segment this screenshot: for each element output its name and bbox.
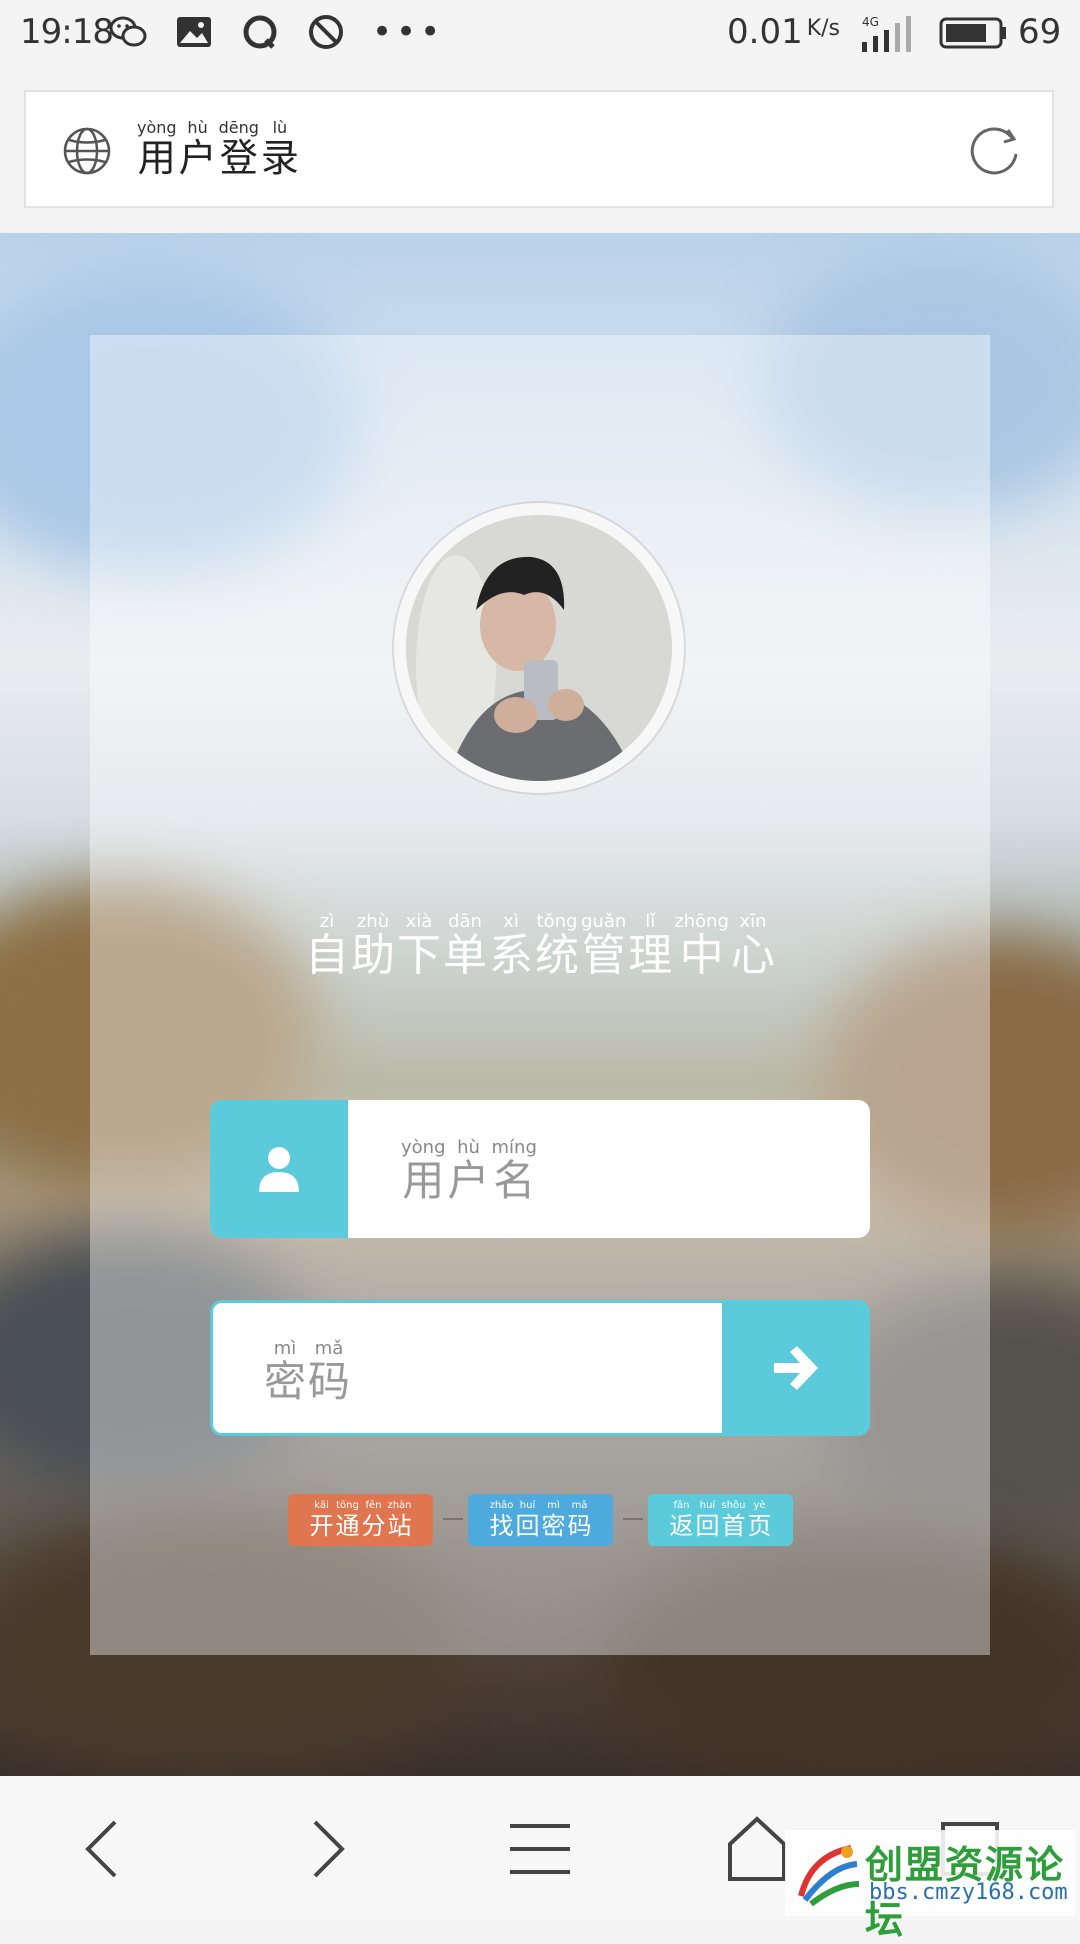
open-substation-link[interactable]: kāi 开 tōng 通 fēn 分 zhàn 站 bbox=[288, 1494, 433, 1546]
more-dots-icon: ••• bbox=[372, 12, 445, 52]
footer-links: kāi 开 tōng 通 fēn 分 zhàn 站 zhǎo 找 huí 回 mì 密 mǎ 码 fǎn 返 h… bbox=[288, 1494, 808, 1546]
status-bar: 19:18 ••• 0.01 K/s 4G 69 bbox=[0, 0, 1080, 70]
user-icon bbox=[259, 1147, 299, 1192]
username-placeholder: yòng 用 hù 户 míng 名 bbox=[401, 1137, 537, 1205]
menu-icon[interactable] bbox=[505, 1814, 575, 1884]
forward-arrow-icon[interactable] bbox=[290, 1814, 360, 1884]
status-time: 19:18 bbox=[20, 12, 114, 52]
back-home-link[interactable]: fǎn 返 huí 回 shǒu 首 yè 页 bbox=[648, 1494, 793, 1546]
recover-password-link[interactable]: zhǎo 找 huí 回 mì 密 mǎ 码 bbox=[468, 1494, 613, 1546]
separator bbox=[443, 1518, 463, 1520]
svg-text:4G: 4G bbox=[862, 15, 879, 29]
page-title: yòng 用 hù 户 dēng 登 lù 录 bbox=[137, 118, 299, 180]
arrow-right-icon bbox=[774, 1346, 818, 1390]
no-disturb-icon bbox=[309, 15, 343, 49]
login-submit-button[interactable] bbox=[722, 1303, 867, 1433]
browser-address-bar: yòng 用 hù 户 dēng 登 lù 录 bbox=[0, 70, 1080, 234]
forum-url: bbs.cmzy168.com bbox=[869, 1880, 1068, 1905]
avatar bbox=[394, 503, 684, 793]
avatar-photo bbox=[406, 515, 672, 781]
refresh-icon[interactable] bbox=[966, 122, 1024, 180]
password-placeholder: mì 密 mǎ 码 bbox=[264, 1338, 351, 1406]
wechat-icon bbox=[109, 16, 147, 47]
password-field[interactable]: mì 密 mǎ 码 bbox=[210, 1300, 870, 1436]
home-icon[interactable] bbox=[722, 1814, 792, 1884]
forum-logo-icon bbox=[798, 1845, 860, 1907]
globe-icon bbox=[63, 127, 111, 175]
battery-level: 69 bbox=[1018, 12, 1062, 52]
separator bbox=[623, 1518, 643, 1520]
qq-icon bbox=[243, 15, 277, 49]
gallery-icon bbox=[177, 17, 211, 47]
network-speed: 0.01 K/s bbox=[727, 12, 841, 52]
forum-watermark: 创盟资源论坛 bbs.cmzy168.com bbox=[785, 1830, 1075, 1942]
back-arrow-icon[interactable] bbox=[70, 1814, 140, 1884]
system-title: zì 自 zhù 助 xià 下 dān 单 xì 系 tǒng 统 guǎn 管 lǐ 理 zhōng 中 xīn… bbox=[305, 911, 775, 981]
username-icon-box bbox=[210, 1100, 348, 1238]
notification-icons: ••• bbox=[108, 12, 444, 52]
url-field[interactable]: yòng 用 hù 户 dēng 登 lù 录 bbox=[24, 90, 1054, 208]
signal-4g-icon: 4G bbox=[862, 15, 911, 52]
battery-icon bbox=[939, 17, 1006, 49]
username-field[interactable]: yòng 用 hù 户 míng 名 bbox=[210, 1100, 870, 1238]
